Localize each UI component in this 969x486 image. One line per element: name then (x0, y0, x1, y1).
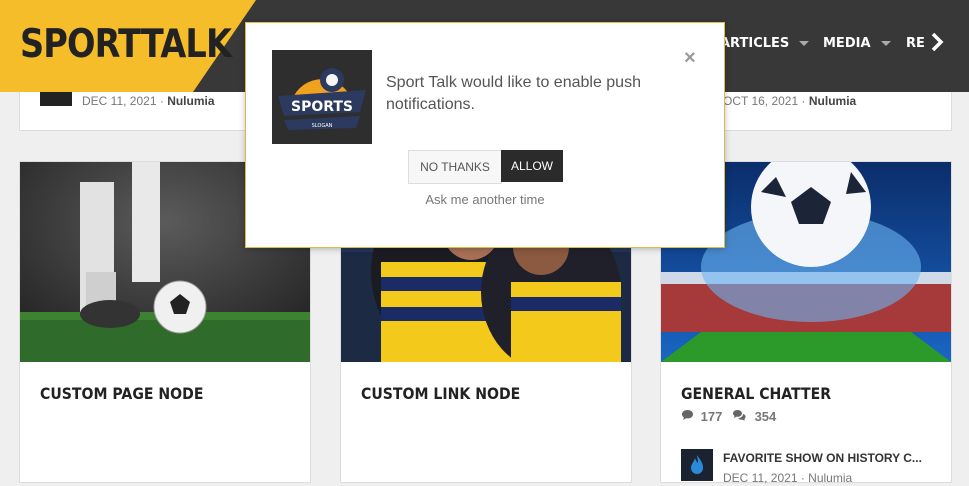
ask-later-link[interactable]: Ask me another time (246, 192, 724, 207)
comments-icon (732, 409, 752, 424)
popup-message: Sport Talk would like to enable push not… (386, 74, 641, 113)
sports-logo-image: SPORTS SLOGAN (272, 50, 372, 144)
meta-separator: · (801, 94, 806, 108)
logo-slogan: SLOGAN (312, 123, 333, 129)
post-date: DEC 11, 2021 (82, 94, 157, 108)
topic-count: 177 (700, 409, 723, 424)
post-author[interactable]: Nulumia (809, 94, 856, 108)
card-title[interactable]: CUSTOM LINK NODE (361, 384, 520, 403)
forum-stats: 177 354 (681, 409, 776, 424)
nav-item-label: RE (906, 36, 925, 51)
caret-down-icon (799, 41, 810, 46)
comment-icon (681, 409, 698, 424)
card-title[interactable]: CUSTOM PAGE NODE (40, 384, 203, 403)
chevron-right-icon[interactable] (930, 30, 946, 61)
nav-item-articles[interactable]: ARTICLES (720, 36, 810, 51)
caret-down-icon (880, 41, 891, 46)
latest-post-meta: DEC 11, 2021 · Nulumia (723, 471, 853, 485)
card-title[interactable]: GENERAL CHATTER (681, 384, 831, 403)
allow-button[interactable]: ALLOW (501, 150, 563, 182)
close-icon[interactable]: × (684, 47, 696, 70)
post-thumbnail (681, 449, 713, 481)
nav-item-label: MEDIA (823, 36, 871, 51)
latest-post-title[interactable]: FAVORITE SHOW ON HISTORY C... (723, 451, 922, 465)
nav-item-media[interactable]: MEDIA (823, 36, 891, 51)
logo-text: SPORTTALK (20, 22, 232, 67)
no-thanks-button[interactable]: NO THANKS (408, 150, 502, 184)
avatar (40, 92, 72, 106)
post-author[interactable]: Nulumia (167, 94, 214, 108)
site-logo[interactable]: SPORTTALK (0, 0, 256, 92)
post-count: 354 (754, 409, 777, 424)
nav-item-more[interactable]: RE (906, 36, 925, 51)
post-meta: DEC 11, 2021 · Nulumia (82, 94, 215, 108)
nav-item-label: ARTICLES (720, 36, 790, 51)
post-date: OCT 16, 2021 (723, 94, 799, 108)
logo-label: SPORTS (291, 99, 353, 115)
meta-separator: · (159, 94, 164, 108)
post-meta: OCT 16, 2021 · Nulumia (723, 94, 856, 108)
push-notification-dialog: SPORTS SLOGAN Sport Talk would like to e… (245, 22, 725, 248)
